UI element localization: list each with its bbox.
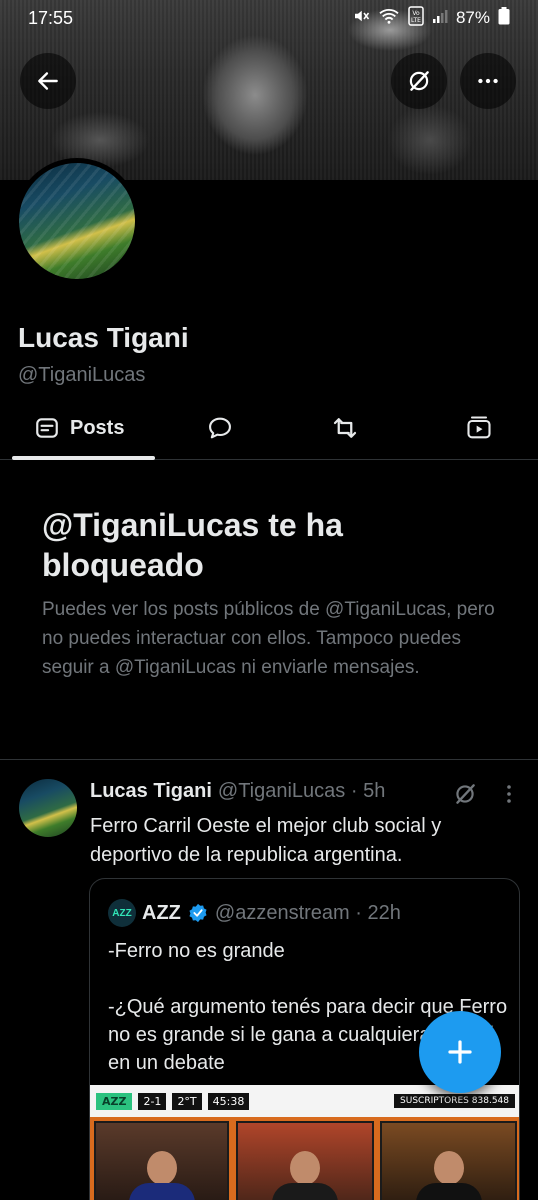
profile-tabs: Posts bbox=[0, 400, 538, 460]
battery-icon bbox=[498, 6, 510, 30]
stream-clock: 45:38 bbox=[207, 1092, 250, 1110]
plus-icon bbox=[448, 1040, 472, 1064]
mute-icon bbox=[352, 7, 370, 30]
verified-badge-icon bbox=[189, 903, 207, 923]
quoted-post-header: AZZ AZZ @azzenstream · 22h bbox=[108, 899, 401, 927]
divider bbox=[0, 759, 538, 760]
more-vertical-icon bbox=[507, 785, 511, 803]
post-header: Lucas Tigani @TiganiLucas · 5h bbox=[90, 780, 385, 803]
profile-avatar[interactable] bbox=[14, 158, 140, 284]
blocked-description: Puedes ver los posts públicos de @Tigani… bbox=[42, 599, 495, 678]
signal-icon bbox=[432, 8, 448, 29]
blocked-notice: @TiganiLucas te ha bloqueado Puedes ver … bbox=[42, 505, 502, 682]
post-avatar[interactable] bbox=[19, 779, 77, 837]
profile-handle: @TiganiLucas bbox=[18, 364, 146, 386]
profile-name: Lucas Tigani bbox=[18, 322, 189, 353]
quoted-post-media[interactable]: AZZ 2-1 2°T 45:38 SUSCRIPTORES 838.548 bbox=[90, 1085, 519, 1200]
media-icon bbox=[467, 416, 491, 439]
status-bar: 17:55 Vo LTE 87% bbox=[0, 0, 538, 36]
more-options-button[interactable] bbox=[460, 53, 516, 109]
arrow-left-icon bbox=[38, 72, 58, 90]
stream-logo: AZZ bbox=[96, 1092, 133, 1110]
post-text: Ferro Carril Oeste el mejor club social … bbox=[90, 815, 442, 866]
quoted-author-name: AZZ bbox=[142, 901, 181, 924]
tab-reposts[interactable] bbox=[270, 400, 420, 456]
grok-button[interactable] bbox=[391, 53, 447, 109]
post-author-name[interactable]: Lucas Tigani bbox=[90, 780, 212, 803]
quoted-avatar: AZZ bbox=[108, 899, 136, 927]
wifi-icon bbox=[378, 7, 400, 30]
tab-posts[interactable]: Posts bbox=[0, 400, 170, 460]
stream-camera bbox=[94, 1121, 229, 1200]
more-horizontal-icon bbox=[478, 78, 498, 84]
posts-icon bbox=[36, 418, 58, 438]
active-tab-indicator bbox=[12, 456, 155, 460]
tab-media[interactable] bbox=[420, 400, 538, 456]
stream-subscribers: SUSCRIPTORES 838.548 bbox=[394, 1094, 515, 1108]
post-grok-button[interactable] bbox=[452, 781, 478, 812]
back-button[interactable] bbox=[20, 53, 76, 109]
compose-button[interactable] bbox=[419, 1011, 501, 1093]
stream-camera bbox=[380, 1121, 517, 1200]
svg-text:Vo: Vo bbox=[412, 10, 420, 17]
stream-period: 2°T bbox=[172, 1092, 202, 1110]
tab-posts-label: Posts bbox=[70, 416, 125, 439]
grok-icon bbox=[409, 71, 429, 91]
quoted-author-meta: @azzenstream · 22h bbox=[214, 901, 401, 924]
stream-camera bbox=[236, 1121, 374, 1200]
svg-text:LTE: LTE bbox=[411, 17, 421, 24]
post-author-meta: @TiganiLucas · 5h bbox=[217, 780, 386, 802]
tab-replies[interactable] bbox=[170, 400, 270, 456]
stream-score: 2-1 bbox=[138, 1092, 167, 1110]
battery-percent: 87% bbox=[455, 8, 490, 27]
volte-icon: Vo LTE bbox=[408, 5, 424, 31]
replies-icon bbox=[209, 417, 231, 439]
reposts-icon bbox=[333, 418, 357, 438]
status-time: 17:55 bbox=[28, 7, 74, 28]
post-more-button[interactable] bbox=[497, 781, 521, 812]
grok-icon bbox=[456, 784, 475, 804]
blocked-title: @TiganiLucas te ha bloqueado bbox=[42, 507, 343, 583]
profile-avatar-image bbox=[19, 163, 135, 279]
